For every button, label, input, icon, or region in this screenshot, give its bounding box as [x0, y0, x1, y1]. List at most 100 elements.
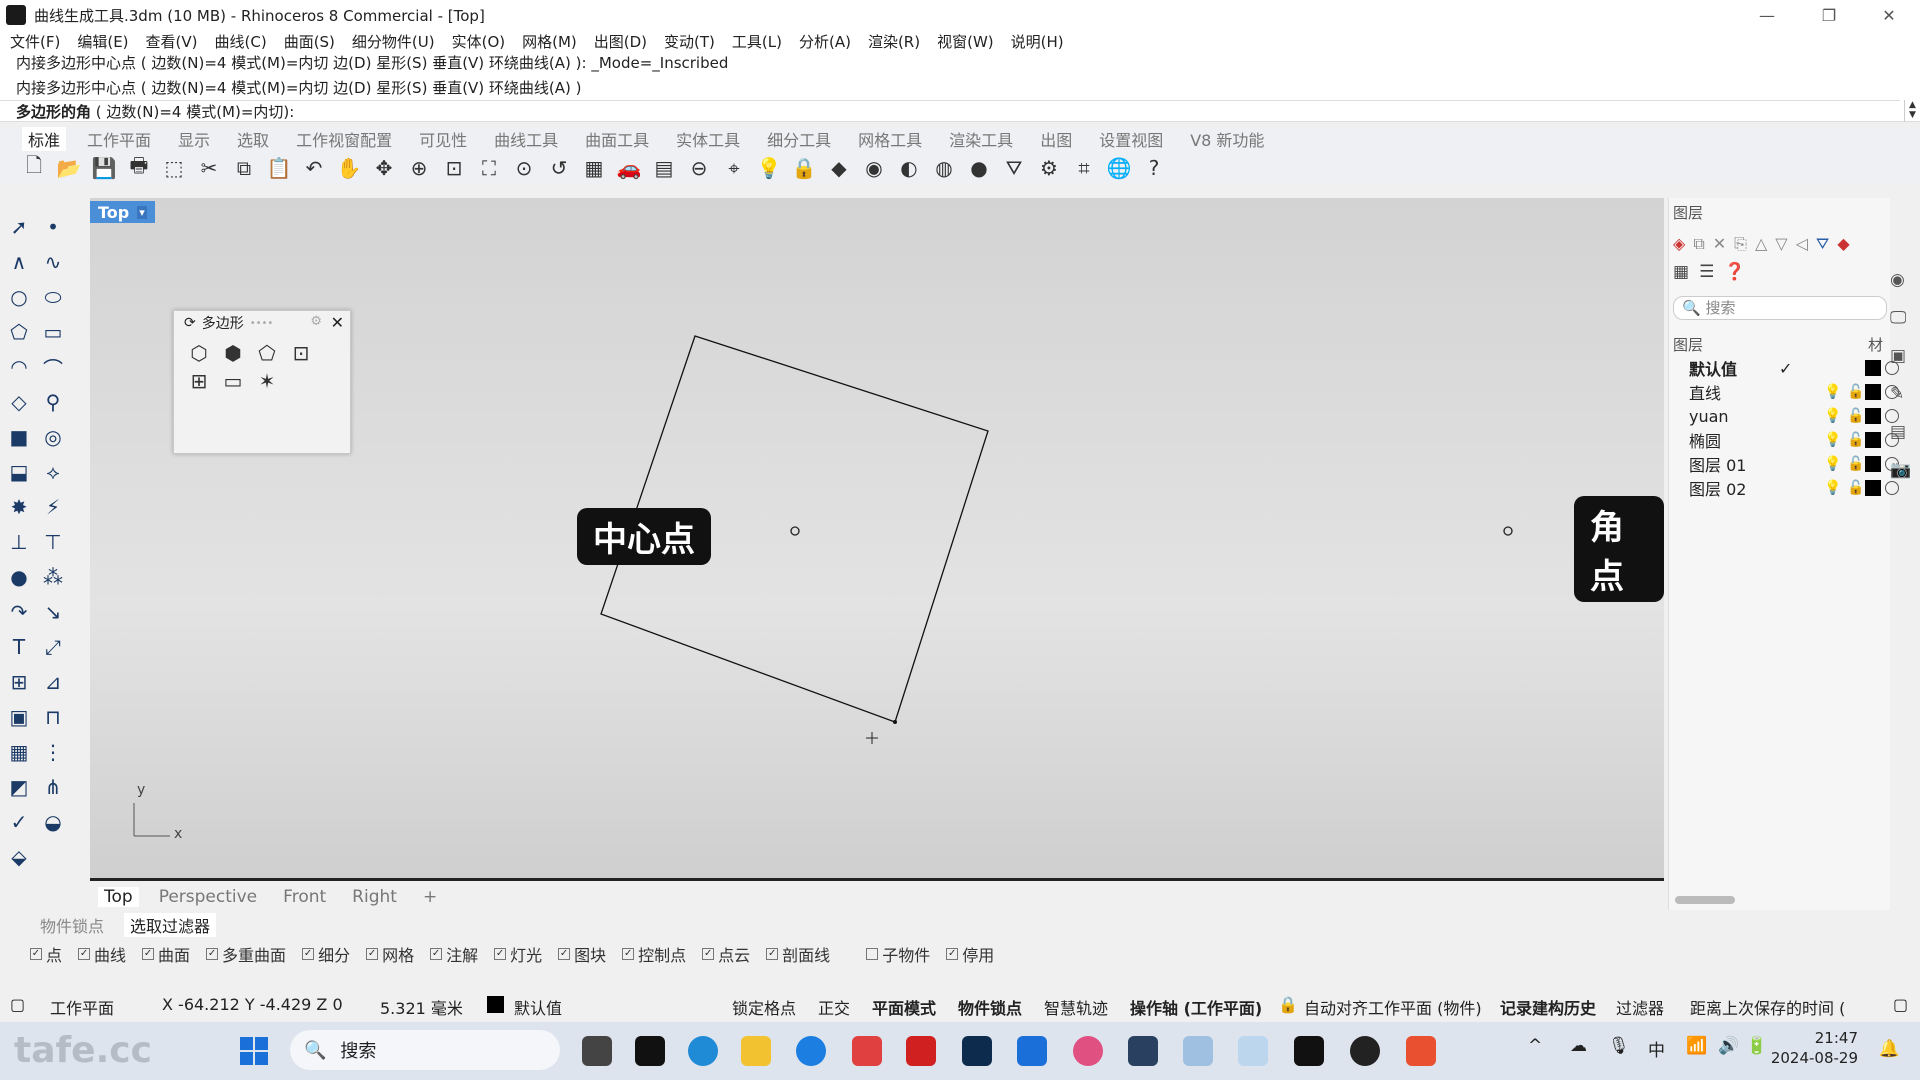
filter-checkbox[interactable]: ✓	[30, 948, 42, 960]
star-polygon-icon[interactable]: ✶	[250, 369, 284, 393]
maximize-panel-icon[interactable]: ▢	[1893, 995, 1908, 1014]
tab-front[interactable]: Front	[283, 887, 326, 907]
point-icon[interactable]: •	[38, 212, 68, 242]
ruler-icon[interactable]: ⊓	[38, 702, 68, 732]
explode-icon[interactable]: ✸	[4, 492, 34, 522]
filter-checkbox[interactable]: ✓	[206, 948, 219, 960]
flow-icon[interactable]: ⊿	[38, 667, 68, 697]
clock[interactable]: 21:47 2024-08-29	[1771, 1028, 1858, 1068]
unlock-icon[interactable]: 🔓	[1847, 408, 1864, 424]
undo-icon[interactable]: ↶	[300, 154, 328, 182]
visibility-bulb-icon[interactable]: 💡	[1824, 408, 1841, 424]
filter-icon[interactable]: ⛛	[1816, 234, 1829, 254]
network-icon[interactable]: ⋔	[38, 772, 68, 802]
globe-icon[interactable]: 🌐	[1105, 154, 1133, 182]
cube-icon[interactable]: ▣	[4, 702, 34, 732]
app-icon[interactable]	[1073, 1036, 1103, 1066]
add-viewport-icon[interactable]: +	[423, 887, 437, 907]
grid-icon[interactable]: ▤	[650, 154, 678, 182]
filter-checkbox[interactable]: ✓	[946, 948, 959, 960]
unlock-icon[interactable]: 🔓	[1847, 432, 1864, 448]
surface-icon[interactable]: ◇	[4, 387, 34, 417]
dimension-icon[interactable]: ⤢	[38, 632, 68, 662]
rhino-taskbar-icon[interactable]	[1294, 1036, 1324, 1066]
file-explorer-icon[interactable]	[741, 1036, 771, 1066]
material-icon[interactable]: ◆	[825, 154, 853, 182]
unlock-icon[interactable]: 🔓	[1847, 384, 1864, 400]
filter-item[interactable]: ✓ 灯光	[494, 942, 542, 966]
tab-viewport-layout[interactable]: 工作视窗配置	[296, 127, 392, 151]
paste-icon[interactable]: 📋	[265, 154, 293, 182]
ortho-toggle[interactable]: 正交	[818, 995, 850, 1019]
properties-icon[interactable]: ▣	[1890, 346, 1920, 366]
minimize-button[interactable]: —	[1744, 0, 1790, 30]
planar-toggle[interactable]: 平面模式	[872, 995, 936, 1019]
join-icon[interactable]: ⊤	[38, 527, 68, 557]
duplicate-layer-icon[interactable]: ⎘	[1734, 234, 1747, 254]
zoom-window-icon[interactable]: ⊡	[440, 154, 468, 182]
lock-icon[interactable]: 🔒	[790, 154, 818, 182]
square-center-icon[interactable]: ⊞	[182, 369, 216, 393]
box-icon[interactable]: ■	[4, 422, 34, 452]
visibility-bulb-icon[interactable]: 💡	[1824, 432, 1841, 448]
command-prompt[interactable]: 多边形的角 ( 边数(N)=4 模式(M)=内切):	[0, 100, 1900, 122]
filter-item[interactable]: ✓ 网格	[366, 942, 414, 966]
cplane-toggle-icon[interactable]: ▢	[10, 995, 25, 1014]
app-icon[interactable]	[1350, 1036, 1380, 1066]
materials-icon[interactable]: ✎	[1890, 384, 1920, 404]
close-icon[interactable]: ✕	[331, 313, 344, 332]
layer-row[interactable]: 图层 02 💡 🔓	[1689, 476, 1899, 500]
sweep-icon[interactable]: ◩	[4, 772, 34, 802]
filter-item[interactable]: 子物件	[866, 942, 930, 966]
filter-checkbox[interactable]: ✓	[558, 948, 571, 960]
filter-checkbox[interactable]: ✓	[142, 948, 155, 960]
extrude-icon[interactable]: ⬓	[4, 457, 34, 487]
browser-icon[interactable]	[796, 1036, 826, 1066]
filter-checkbox[interactable]: ✓	[430, 948, 443, 960]
menu-transform[interactable]: 变动(T)	[664, 31, 715, 52]
polyline-icon[interactable]: ∧	[4, 247, 34, 277]
menu-subd[interactable]: 细分物件(U)	[352, 31, 435, 52]
help-icon[interactable]: ❓	[1724, 262, 1745, 282]
tab-standard[interactable]: 标准	[22, 127, 67, 151]
tab-right[interactable]: Right	[352, 887, 397, 907]
menu-edit[interactable]: 编辑(E)	[77, 31, 128, 52]
polygon-edge-icon[interactable]: ⬠	[250, 341, 284, 365]
shade-icon[interactable]: ◐	[895, 154, 923, 182]
snap-icon[interactable]: ⌖	[720, 154, 748, 182]
tab-subd-tools[interactable]: 细分工具	[767, 127, 831, 151]
sphere-icon[interactable]: ●	[965, 154, 993, 182]
move-down-icon[interactable]: ▽	[1775, 234, 1787, 254]
dimension-icon[interactable]: ⌗	[1070, 154, 1098, 182]
scale-icon[interactable]: ↘	[38, 597, 68, 627]
filter-item[interactable]: ✓ 停用	[946, 942, 994, 966]
delete-layer-icon[interactable]: ✕	[1713, 234, 1726, 254]
edge-icon[interactable]	[688, 1036, 718, 1066]
osnap-toggle[interactable]: 物件锁点	[958, 995, 1022, 1019]
app-icon[interactable]	[1406, 1036, 1436, 1066]
fillet-icon[interactable]: ⌒	[38, 352, 68, 382]
close-button[interactable]: ✕	[1866, 0, 1912, 30]
filter-item[interactable]: ✓ 控制点	[622, 942, 686, 966]
tab-set-view[interactable]: 设置视图	[1099, 127, 1163, 151]
record-history-toggle[interactable]: 记录建构历史	[1500, 995, 1596, 1019]
unlock-icon[interactable]: 🔓	[1847, 480, 1864, 496]
filter-icon[interactable]: ⛛	[1000, 154, 1028, 182]
command-scrollbar[interactable]: ▲ ▼	[1904, 100, 1920, 122]
tab-visibility[interactable]: 可见性	[419, 127, 467, 151]
gear-icon[interactable]: ⚙	[1035, 154, 1063, 182]
layer-row[interactable]: 椭圆 💡 🔓	[1689, 428, 1899, 452]
filter-item[interactable]: ✓ 点云	[702, 942, 750, 966]
layer-row-default[interactable]: 默认值 ✓	[1689, 356, 1899, 380]
network-icon[interactable]: ☁	[1570, 1036, 1587, 1056]
zoom-icon[interactable]: ⊕	[405, 154, 433, 182]
battery-icon[interactable]: 🔋	[1746, 1036, 1767, 1056]
move-up-icon[interactable]: △	[1755, 234, 1767, 254]
text-icon[interactable]: T	[4, 632, 34, 662]
light-icon[interactable]: 💡	[755, 154, 783, 182]
polygon-center-icon[interactable]: ⬡	[182, 341, 216, 365]
layer-color-swatch[interactable]	[1865, 432, 1881, 448]
photoshop-icon[interactable]	[962, 1036, 992, 1066]
restore-button[interactable]: ❐	[1806, 0, 1852, 30]
layer-color-swatch[interactable]	[1865, 456, 1881, 472]
